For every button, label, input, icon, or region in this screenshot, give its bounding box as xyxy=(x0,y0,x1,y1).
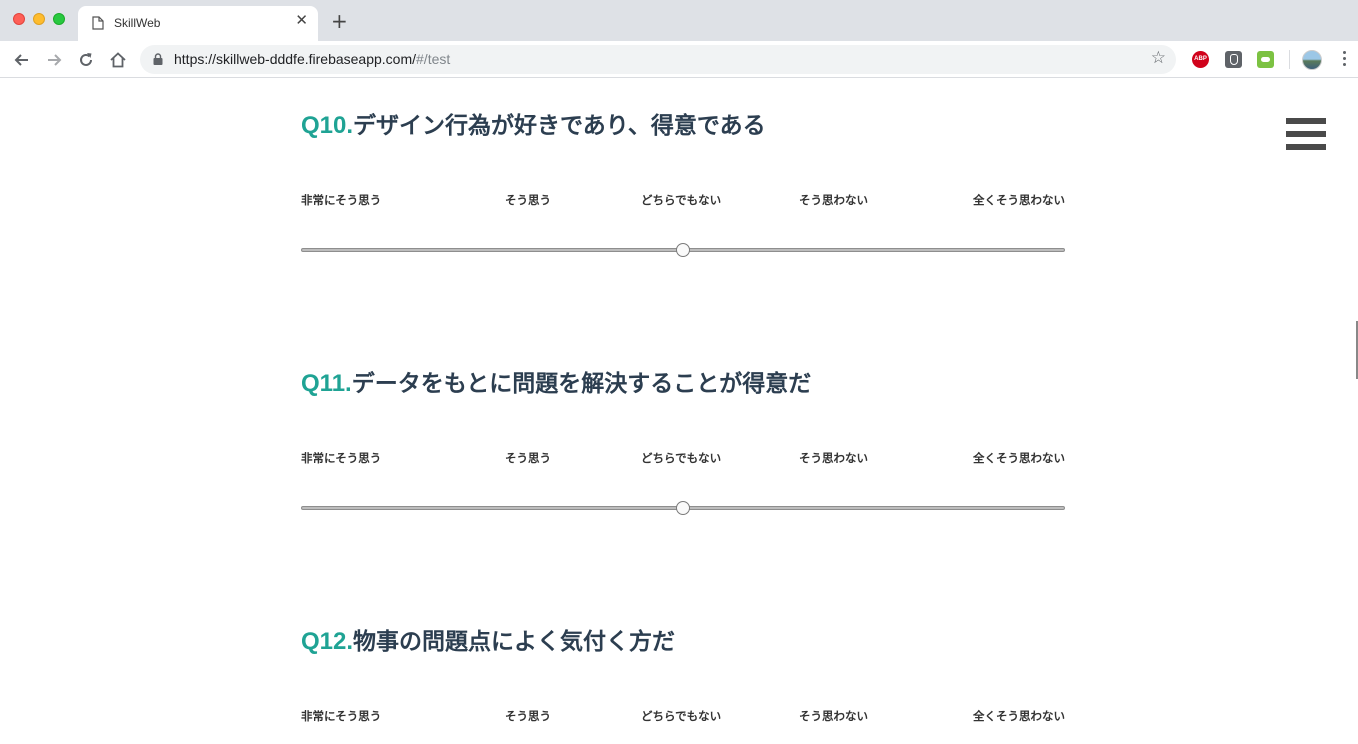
forward-arrow-icon[interactable] xyxy=(44,50,64,70)
document-icon xyxy=(92,16,104,30)
question-title: Q12.物事の問題点によく気付く方だ xyxy=(301,622,1065,662)
slider-thumb[interactable] xyxy=(676,501,690,515)
question-q11: Q11.データをもとに問題を解決することが得意だ 非常にそう思う そう思う どち… xyxy=(301,364,1065,515)
scale-label-strongly-agree: 非常にそう思う xyxy=(301,193,382,207)
scale-label-disagree: そう思わない xyxy=(799,709,868,723)
extension-green-icon[interactable] xyxy=(1257,51,1274,68)
window-maximize-button[interactable] xyxy=(53,13,65,25)
url-path: #/test xyxy=(416,51,451,67)
scale-label-strongly-disagree: 全くそう思わない xyxy=(973,193,1065,207)
hamburger-menu-icon[interactable] xyxy=(1286,118,1326,158)
scale-labels: 非常にそう思う そう思う どちらでもない そう思わない 全くそう思わない xyxy=(301,708,1065,724)
question-number: Q11. xyxy=(301,370,352,397)
scale-label-strongly-agree: 非常にそう思う xyxy=(301,709,382,723)
bookmark-star-icon[interactable]: ☆ xyxy=(1151,50,1166,67)
toolbar-divider xyxy=(1289,50,1290,69)
scale-labels: 非常にそう思う そう思う どちらでもない そう思わない 全くそう思わない xyxy=(301,192,1065,208)
scale-label-disagree: そう思わない xyxy=(799,193,868,207)
browser-menu-icon[interactable] xyxy=(1340,51,1348,69)
tab-close-icon[interactable]: ✕ xyxy=(295,13,308,28)
question-title: Q11.データをもとに問題を解決することが得意だ xyxy=(301,364,1065,404)
question-q10: Q10.デザイン行為が好きであり、得意である 非常にそう思う そう思う どちらで… xyxy=(301,106,1065,257)
address-bar[interactable]: https://skillweb-dddfe.firebaseapp.com/#… xyxy=(140,45,1176,74)
scale-labels: 非常にそう思う そう思う どちらでもない そう思わない 全くそう思わない xyxy=(301,450,1065,466)
profile-avatar[interactable] xyxy=(1302,50,1322,70)
scale-label-neutral: どちらでもない xyxy=(641,193,722,207)
new-tab-icon[interactable]: + xyxy=(331,11,348,31)
url-text: https://skillweb-dddfe.firebaseapp.com/#… xyxy=(174,51,450,67)
lock-icon xyxy=(153,53,163,65)
scale-label-neutral: どちらでもない xyxy=(641,709,722,723)
scale-label-agree: そう思う xyxy=(505,193,551,207)
window-minimize-button[interactable] xyxy=(33,13,45,25)
page-content: Q10.デザイン行為が好きであり、得意である 非常にそう思う そう思う どちらで… xyxy=(0,78,1358,744)
browser-tab-bar: SkillWeb ✕ + xyxy=(0,0,1358,41)
question-title: Q10.デザイン行為が好きであり、得意である xyxy=(301,106,1065,146)
question-text: デザイン行為が好きであり、得意である xyxy=(353,113,766,139)
scale-label-agree: そう思う xyxy=(505,451,551,465)
scale-label-strongly-agree: 非常にそう思う xyxy=(301,451,382,465)
scale-label-disagree: そう思わない xyxy=(799,451,868,465)
question-q12: Q12.物事の問題点によく気付く方だ 非常にそう思う そう思う どちらでもない … xyxy=(301,622,1065,723)
question-number: Q10. xyxy=(301,112,354,139)
adblock-extension-icon[interactable]: ABP xyxy=(1192,51,1209,68)
scale-label-strongly-disagree: 全くそう思わない xyxy=(973,451,1065,465)
extension-bulb-icon[interactable] xyxy=(1225,51,1242,68)
browser-tab[interactable]: SkillWeb ✕ xyxy=(78,6,318,41)
tab-title: SkillWeb xyxy=(114,16,161,30)
scale-label-neutral: どちらでもない xyxy=(641,451,722,465)
question-text: データをもとに問題を解決することが得意だ xyxy=(351,371,812,397)
answer-slider[interactable] xyxy=(301,501,1065,515)
scale-label-strongly-disagree: 全くそう思わない xyxy=(973,709,1065,723)
home-icon[interactable] xyxy=(108,50,128,70)
scale-label-agree: そう思う xyxy=(505,709,551,723)
url-host: https://skillweb-dddfe.firebaseapp.com/ xyxy=(174,51,417,67)
back-arrow-icon[interactable] xyxy=(12,50,32,70)
slider-thumb[interactable] xyxy=(676,243,690,257)
browser-toolbar: https://skillweb-dddfe.firebaseapp.com/#… xyxy=(0,41,1358,78)
window-close-button[interactable] xyxy=(13,13,25,25)
reload-icon[interactable] xyxy=(76,50,96,70)
question-number: Q12. xyxy=(301,628,354,655)
answer-slider[interactable] xyxy=(301,243,1065,257)
question-text: 物事の問題点によく気付く方だ xyxy=(353,629,676,655)
